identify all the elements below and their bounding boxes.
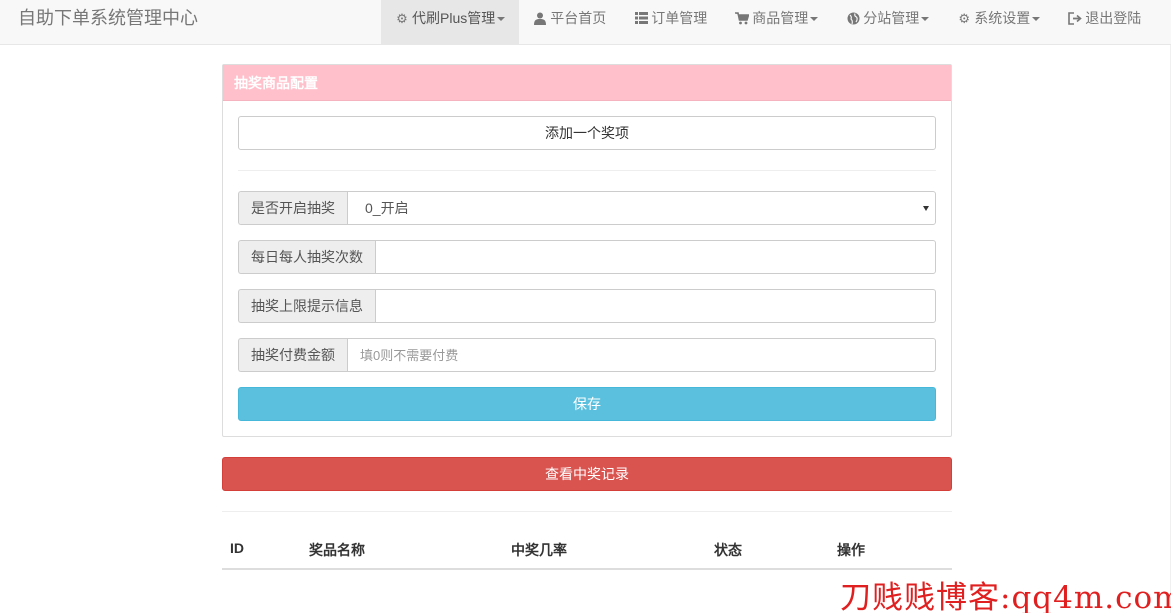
nav-item-products[interactable]: 商品管理 [721, 0, 832, 44]
divider [222, 511, 952, 512]
prize-config-panel: 抽奖商品配置 添加一个奖项 是否开启抽奖 0_开启 每日每人抽奖次数 抽奖上限提… [222, 64, 952, 437]
caret-down-icon [1032, 17, 1041, 21]
user-icon [533, 0, 547, 39]
daily-times-group: 每日每人抽奖次数 [238, 240, 936, 274]
chevron-down-icon [923, 206, 929, 211]
nav-item-label: 分站管理 [863, 10, 920, 26]
globe-icon [846, 0, 860, 39]
nav-item-orders[interactable]: 订单管理 [620, 0, 721, 44]
fee-label: 抽奖付费金额 [238, 338, 347, 372]
cog-icon: ⚙ [958, 11, 971, 26]
nav-item-substations[interactable]: 分站管理 [832, 0, 943, 44]
nav-item-home[interactable]: 平台首页 [519, 0, 620, 44]
divider [238, 170, 936, 171]
fee-input[interactable]: 填0则不需要付费 [347, 338, 936, 372]
nav-item-label: 平台首页 [550, 10, 607, 26]
caret-down-icon [921, 17, 930, 21]
daily-times-input[interactable] [375, 240, 936, 274]
gear-icon: ⚙ [396, 11, 408, 26]
limit-message-input[interactable] [375, 289, 936, 323]
nav-item-label: 商品管理 [752, 10, 809, 26]
logout-icon [1068, 0, 1082, 39]
nav-item-system-settings[interactable]: ⚙ 系统设置 [943, 0, 1054, 44]
save-button[interactable]: 保存 [238, 387, 936, 421]
enable-lottery-select[interactable]: 0_开启 [347, 191, 936, 225]
nav-item-logout[interactable]: 退出登陆 [1054, 0, 1155, 44]
enable-lottery-label: 是否开启抽奖 [238, 191, 347, 225]
prize-table-header: ID 奖品名称 中奖几率 状态 操作 [222, 530, 952, 570]
brand-title[interactable]: 自助下单系统管理中心 [18, 0, 198, 45]
nav-item-label: 退出登陆 [1085, 10, 1142, 26]
caret-down-icon [810, 17, 819, 21]
nav-menu: ⚙ 代刷Plus管理 平台首页 订单管理 商品管理 分站管理 ⚙ 系统设置 退出… [381, 0, 1155, 44]
enable-lottery-group: 是否开启抽奖 0_开启 [238, 191, 936, 225]
fee-group: 抽奖付费金额 填0则不需要付费 [238, 338, 936, 372]
panel-title: 抽奖商品配置 [223, 65, 951, 101]
caret-down-icon [497, 17, 506, 21]
column-header-prize-name: 奖品名称 [309, 542, 365, 558]
watermark: 刀贱贱博客:qq4m.com [840, 580, 1171, 613]
daily-times-label: 每日每人抽奖次数 [238, 240, 375, 274]
nav-item-label: 代刷Plus管理 [412, 10, 496, 26]
enable-lottery-value: 0_开启 [365, 200, 409, 216]
nav-item-label: 订单管理 [651, 10, 708, 26]
view-records-button[interactable]: 查看中奖记录 [222, 457, 952, 491]
column-header-actions: 操作 [837, 542, 865, 558]
nav-item-label: 系统设置 [974, 10, 1031, 26]
navbar: 自助下单系统管理中心 ⚙ 代刷Plus管理 平台首页 订单管理 商品管理 分站管… [0, 0, 1171, 45]
limit-message-label: 抽奖上限提示信息 [238, 289, 375, 323]
column-header-id: ID [230, 540, 244, 556]
cart-icon [735, 0, 750, 39]
column-header-status: 状态 [714, 542, 742, 558]
limit-message-group: 抽奖上限提示信息 [238, 289, 936, 323]
list-icon [634, 0, 648, 38]
column-header-probability: 中奖几率 [511, 542, 567, 558]
fee-placeholder: 填0则不需要付费 [360, 348, 459, 363]
nav-item-plus-management[interactable]: ⚙ 代刷Plus管理 [381, 0, 520, 44]
add-prize-button[interactable]: 添加一个奖项 [238, 116, 936, 150]
